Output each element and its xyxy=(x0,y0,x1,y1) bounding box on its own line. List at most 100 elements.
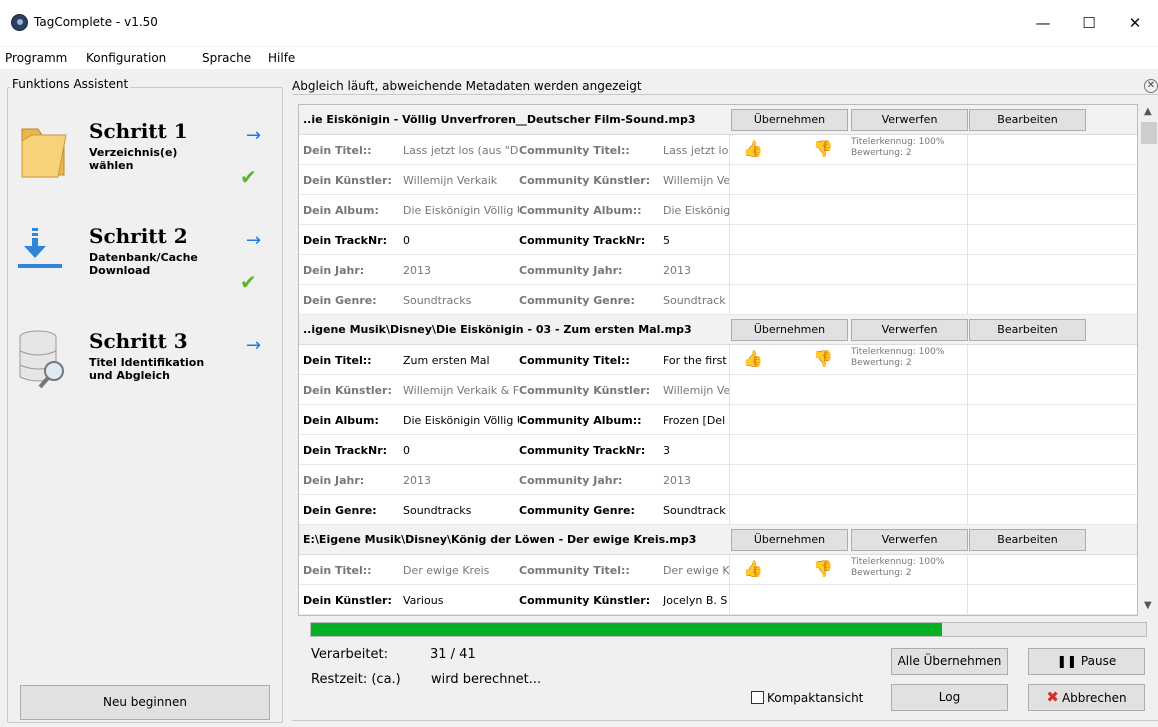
community-field-label: Community Album:: xyxy=(519,204,642,217)
accept-button[interactable]: Übernehmen xyxy=(731,319,848,341)
app-icon xyxy=(11,14,28,31)
discard-button[interactable]: Verwerfen xyxy=(851,529,968,551)
step-1[interactable]: Schritt 1 Verzeichnis(e) wählen → ✔ xyxy=(18,119,280,209)
restart-button[interactable]: Neu beginnen xyxy=(20,685,270,720)
table-row: Dein Künstler: Willemijn Verkaik & Fr Comm… xyxy=(299,375,1137,405)
step-3-desc-line2: und Abgleich xyxy=(89,369,170,382)
step-3[interactable]: Schritt 3 Titel Identifikation und Abglei… xyxy=(18,329,280,419)
cancel-button[interactable]: ✖ Abbrechen xyxy=(1028,684,1145,711)
own-field-value: Willemijn Verkaik xyxy=(403,174,498,187)
community-field-label: Community TrackNr: xyxy=(519,444,646,457)
own-field-value: Lass jetzt los (aus "Die xyxy=(403,144,519,157)
column-divider xyxy=(729,405,730,435)
table-row: Dein TrackNr: 0 Community TrackNr: 3 xyxy=(299,435,1137,465)
match-rating: Bewertung: 2 xyxy=(851,568,912,578)
close-button[interactable]: ✕ xyxy=(1112,0,1158,46)
accept-button[interactable]: Übernehmen xyxy=(731,109,848,131)
maximize-button[interactable]: ☐ xyxy=(1066,0,1112,46)
community-field-label: Community TrackNr: xyxy=(519,234,646,247)
accept-all-button[interactable]: Alle Übernehmen xyxy=(891,648,1008,675)
cancel-label: Abbrechen xyxy=(1061,691,1127,705)
edit-button[interactable]: Bearbeiten xyxy=(969,529,1086,551)
own-field-label: Dein Künstler: xyxy=(303,174,392,187)
community-field-label: Community Genre: xyxy=(519,294,635,307)
scroll-up-icon[interactable]: ▲ xyxy=(1144,106,1152,117)
menu-sprache[interactable]: Sprache xyxy=(202,51,251,65)
assistant-panel: Funktions Assistent Schritt 1 Verzeichni… xyxy=(0,72,286,727)
own-field-label: Dein Genre: xyxy=(303,504,377,517)
scroll-thumb[interactable] xyxy=(1141,122,1157,144)
community-field-value: Soundtrack xyxy=(663,504,726,517)
discard-button[interactable]: Verwerfen xyxy=(851,109,968,131)
track-filename: ..igene Musik\Disney\Die Eiskönigin - 03… xyxy=(303,323,692,336)
match-recognition: Titelerkennug: 100% xyxy=(851,137,945,147)
database-search-icon xyxy=(19,330,64,389)
column-divider xyxy=(729,225,730,255)
community-field-label: Community Genre: xyxy=(519,504,635,517)
edit-button[interactable]: Bearbeiten xyxy=(969,109,1086,131)
thumbs-down-icon[interactable]: 👎 xyxy=(813,559,833,578)
menu-konfiguration[interactable]: Konfiguration xyxy=(86,51,166,65)
scroll-down-icon[interactable]: ▼ xyxy=(1144,600,1152,611)
table-row: Dein Künstler: Willemijn Verkaik Community… xyxy=(299,165,1137,195)
own-field-label: Dein TrackNr: xyxy=(303,444,388,457)
step-2[interactable]: Schritt 2 Datenbank/Cache Download → ✔ xyxy=(18,224,280,314)
menu-programm[interactable]: Programm xyxy=(5,51,67,65)
own-field-label: Dein Künstler: xyxy=(303,384,392,397)
community-field-value: Willemijn Ve xyxy=(663,384,729,397)
checkbox-box[interactable] xyxy=(751,691,764,704)
community-field-label: Community Jahr: xyxy=(519,264,623,277)
own-field-label: Dein Genre: xyxy=(303,294,377,307)
column-divider xyxy=(729,285,730,315)
close-panel-icon[interactable]: ✕ xyxy=(1144,79,1158,93)
column-divider xyxy=(967,135,968,165)
community-field-label: Community Künstler: xyxy=(519,384,651,397)
column-divider xyxy=(729,195,730,225)
folder-icon xyxy=(21,128,67,178)
edit-button[interactable]: Bearbeiten xyxy=(969,319,1086,341)
table-row: Dein Genre: Soundtracks Community Genre: So… xyxy=(299,495,1137,525)
menu-bar: Programm Konfiguration Sprache Hilfe xyxy=(0,47,1158,69)
own-field-value: Zum ersten Mal xyxy=(403,354,490,367)
discard-button[interactable]: Verwerfen xyxy=(851,319,968,341)
column-divider xyxy=(729,345,730,375)
step-2-desc-line2: Download xyxy=(89,264,151,277)
track-header: E:\Eigene Musik\Disney\König der Löwen -… xyxy=(299,525,1137,555)
vertical-scrollbar[interactable] xyxy=(1138,104,1158,616)
thumbs-down-icon[interactable]: 👎 xyxy=(813,349,833,368)
thumbs-up-icon[interactable]: 👍 xyxy=(743,349,763,368)
accept-button[interactable]: Übernehmen xyxy=(731,529,848,551)
own-field-value: Die Eiskönigin Völlig U xyxy=(403,204,519,217)
community-field-label: Community Künstler: xyxy=(519,594,651,607)
community-field-value: Der ewige K xyxy=(663,564,729,577)
community-field-label: Community Titel:: xyxy=(519,354,630,367)
column-divider xyxy=(967,585,968,615)
log-button[interactable]: Log xyxy=(891,684,1008,711)
progress-fill xyxy=(311,623,942,636)
step-2-desc: Datenbank/Cache Download xyxy=(89,251,249,277)
table-row: Dein Jahr: 2013 Community Jahr: 2013 xyxy=(299,255,1137,285)
community-field-value: Die Eiskönig xyxy=(663,204,729,217)
thumbs-up-icon[interactable]: 👍 xyxy=(743,559,763,578)
match-rating: Bewertung: 2 xyxy=(851,358,912,368)
compact-view-checkbox[interactable]: Kompaktansicht xyxy=(751,691,863,705)
pause-button[interactable]: ❚❚ Pause xyxy=(1028,648,1145,675)
own-field-value: Der ewige Kreis xyxy=(403,564,490,577)
menu-hilfe[interactable]: Hilfe xyxy=(268,51,295,65)
column-divider xyxy=(729,585,730,615)
column-divider xyxy=(967,285,968,315)
community-field-value: Frozen [Del xyxy=(663,414,726,427)
community-field-label: Community Titel:: xyxy=(519,564,630,577)
column-divider xyxy=(729,555,730,585)
community-field-label: Community Album:: xyxy=(519,414,642,427)
own-field-label: Dein TrackNr: xyxy=(303,234,388,247)
table-row: Dein Jahr: 2013 Community Jahr: 2013 xyxy=(299,465,1137,495)
match-info: Titelerkennug: 100% Bewertung: 2 xyxy=(851,557,944,579)
community-field-value: 5 xyxy=(663,234,670,247)
thumbs-down-icon[interactable]: 👎 xyxy=(813,139,833,158)
match-info: Titelerkennug: 100% Bewertung: 2 xyxy=(851,347,944,369)
results-list[interactable]: ..ie Eiskönigin - Völlig Unverfroren__De… xyxy=(298,104,1138,616)
minimize-button[interactable]: — xyxy=(1020,0,1066,46)
own-field-label: Dein Jahr: xyxy=(303,264,365,277)
thumbs-up-icon[interactable]: 👍 xyxy=(743,139,763,158)
